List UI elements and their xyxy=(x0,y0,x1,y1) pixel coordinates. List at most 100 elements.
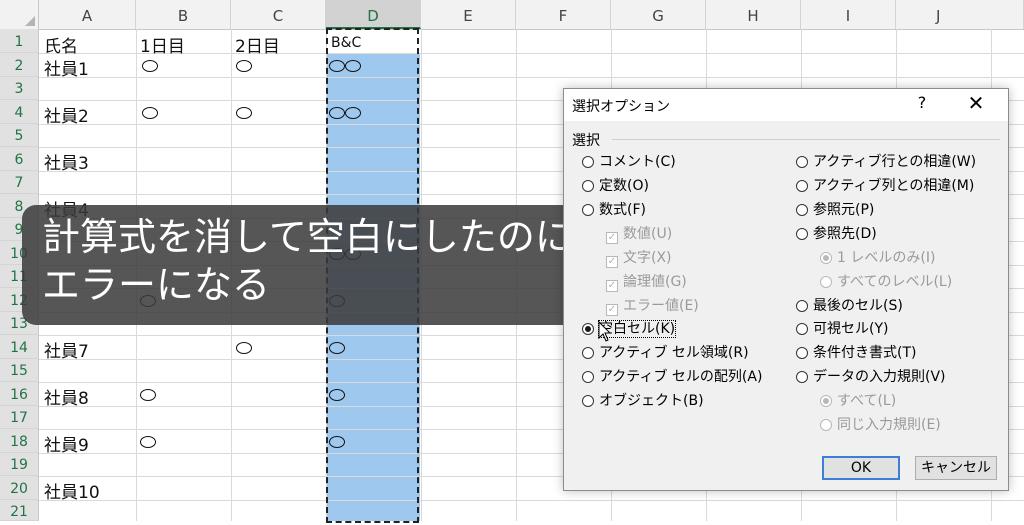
radio-icon[interactable] xyxy=(582,395,594,407)
radio-icon[interactable] xyxy=(820,419,832,431)
row-header-7[interactable]: 7 xyxy=(0,171,39,194)
radio-icon[interactable] xyxy=(796,156,808,168)
radio-selected-icon[interactable] xyxy=(820,395,832,407)
radio-selected-icon[interactable] xyxy=(820,252,832,264)
option-row-differences[interactable]: アクティブ行との相違(W) xyxy=(796,152,976,172)
row-header-5[interactable]: 5 xyxy=(0,124,39,147)
option-all-levels[interactable]: すべてのレベル(L) xyxy=(820,272,952,292)
cell-c4-circle[interactable] xyxy=(236,103,252,123)
option-visible-cells[interactable]: 可視セル(Y) xyxy=(796,319,888,339)
cell-b4-circle[interactable] xyxy=(142,103,158,123)
option-current-region[interactable]: アクティブ セル領域(R) xyxy=(582,343,749,363)
radio-icon[interactable] xyxy=(582,204,594,216)
select-group-label: 選択 xyxy=(572,133,600,149)
option-direct-only[interactable]: 1 レベルのみ(I) xyxy=(820,248,935,268)
row-header-3[interactable]: 3 xyxy=(0,77,39,100)
option-errors[interactable]: ✓ エラー値(E) xyxy=(606,296,699,316)
column-header-g[interactable]: G xyxy=(611,0,706,29)
column-header-f[interactable]: F xyxy=(516,0,611,29)
option-column-differences[interactable]: アクティブ列との相違(M) xyxy=(796,176,974,196)
radio-icon[interactable] xyxy=(796,371,808,383)
option-numbers[interactable]: ✓ 数値(U) xyxy=(606,224,672,244)
option-objects[interactable]: オブジェクト(B) xyxy=(582,391,704,411)
dialog-title: 選択オプション xyxy=(572,99,670,115)
radio-icon[interactable] xyxy=(796,323,808,335)
row-header-21[interactable]: 21 xyxy=(0,500,39,521)
cell-c1[interactable]: 2日目 xyxy=(235,32,280,57)
cell-a6[interactable]: 社員3 xyxy=(44,149,89,174)
option-data-validation[interactable]: データの入力規則(V) xyxy=(796,367,946,387)
row-header-19[interactable]: 19 xyxy=(0,453,39,476)
cell-c2-circle[interactable] xyxy=(236,56,252,76)
radio-icon[interactable] xyxy=(582,371,594,383)
cell-b18-circle[interactable] xyxy=(140,432,156,452)
row-header-18[interactable]: 18 xyxy=(0,429,39,453)
column-header-b[interactable]: B xyxy=(136,0,231,29)
radio-icon[interactable] xyxy=(796,347,808,359)
cell-b2-circle[interactable] xyxy=(142,56,158,76)
row-header-15[interactable]: 15 xyxy=(0,359,39,382)
column-header-d[interactable]: D xyxy=(326,0,421,29)
radio-icon[interactable] xyxy=(796,180,808,192)
cell-a14[interactable]: 社員7 xyxy=(44,337,89,362)
row-header-16[interactable]: 16 xyxy=(0,382,39,406)
group-divider xyxy=(612,139,1000,140)
cell-a4[interactable]: 社員2 xyxy=(44,102,89,127)
option-constants[interactable]: 定数(O) xyxy=(582,176,649,196)
checkbox-checked-icon[interactable]: ✓ xyxy=(606,280,618,292)
cell-b1[interactable]: 1日目 xyxy=(140,32,185,57)
option-validation-all[interactable]: すべて(L) xyxy=(820,391,896,411)
row-header-1[interactable]: 1 xyxy=(0,29,39,53)
option-precedents[interactable]: 参照元(P) xyxy=(796,200,874,220)
column-header-a[interactable]: A xyxy=(39,0,136,29)
cancel-button[interactable]: キャンセル xyxy=(915,456,997,480)
ok-button[interactable]: OK xyxy=(822,456,900,480)
radio-icon[interactable] xyxy=(582,156,594,168)
column-header-e[interactable]: E xyxy=(421,0,516,29)
option-text[interactable]: ✓ 文字(X) xyxy=(606,248,672,268)
row-header-6[interactable]: 6 xyxy=(0,147,39,171)
radio-icon[interactable] xyxy=(796,300,808,312)
option-last-cell[interactable]: 最後のセル(S) xyxy=(796,296,903,316)
cell-a2[interactable]: 社員1 xyxy=(44,55,89,80)
caption-line-1: 計算式を消して空白にしたのに xyxy=(42,215,573,259)
cell-a18[interactable]: 社員9 xyxy=(44,431,89,456)
row-header-4[interactable]: 4 xyxy=(0,100,39,124)
radio-icon[interactable] xyxy=(796,228,808,240)
column-header-h[interactable]: H xyxy=(706,0,801,29)
radio-icon[interactable] xyxy=(582,347,594,359)
close-icon[interactable]: ✕ xyxy=(962,91,990,115)
mouse-pointer-icon xyxy=(598,321,612,342)
row-header-20[interactable]: 20 xyxy=(0,476,39,500)
option-current-array[interactable]: アクティブ セルの配列(A) xyxy=(582,367,762,387)
checkbox-checked-icon[interactable]: ✓ xyxy=(606,304,618,316)
option-formulas[interactable]: 数式(F) xyxy=(582,200,646,220)
cell-a20[interactable]: 社員10 xyxy=(44,478,100,503)
column-header-j[interactable]: J xyxy=(896,0,1024,29)
column-header-c[interactable]: C xyxy=(231,0,326,29)
help-button[interactable]: ? xyxy=(910,93,934,112)
option-dependents[interactable]: 参照先(D) xyxy=(796,224,877,244)
checkbox-checked-icon[interactable]: ✓ xyxy=(606,256,618,268)
cell-c14-circle[interactable] xyxy=(236,338,252,358)
cell-b16-circle[interactable] xyxy=(140,385,156,405)
row-header-17[interactable]: 17 xyxy=(0,406,39,429)
row-header-2[interactable]: 2 xyxy=(0,53,39,77)
select-all-button[interactable] xyxy=(0,0,39,29)
option-blanks[interactable]: 空白セル(K) xyxy=(582,319,677,339)
option-conditional-formats[interactable]: 条件付き書式(T) xyxy=(796,343,916,363)
option-validation-same[interactable]: 同じ入力規則(E) xyxy=(820,415,941,435)
row-header-14[interactable]: 14 xyxy=(0,335,39,359)
option-logicals[interactable]: ✓ 論理値(G) xyxy=(606,272,687,292)
cell-a16[interactable]: 社員8 xyxy=(44,384,89,409)
caption-line-2: エラーになる xyxy=(42,263,271,307)
radio-icon[interactable] xyxy=(796,204,808,216)
cell-a1[interactable]: 氏名 xyxy=(44,32,78,57)
column-header-i[interactable]: I xyxy=(801,0,896,29)
radio-icon[interactable] xyxy=(582,180,594,192)
checkbox-checked-icon[interactable]: ✓ xyxy=(606,232,618,244)
option-comments[interactable]: コメント(C) xyxy=(582,152,676,172)
radio-selected-icon[interactable] xyxy=(582,323,594,335)
dialog-title-bar: 選択オプション ? ✕ xyxy=(564,89,1008,121)
radio-icon[interactable] xyxy=(820,276,832,288)
